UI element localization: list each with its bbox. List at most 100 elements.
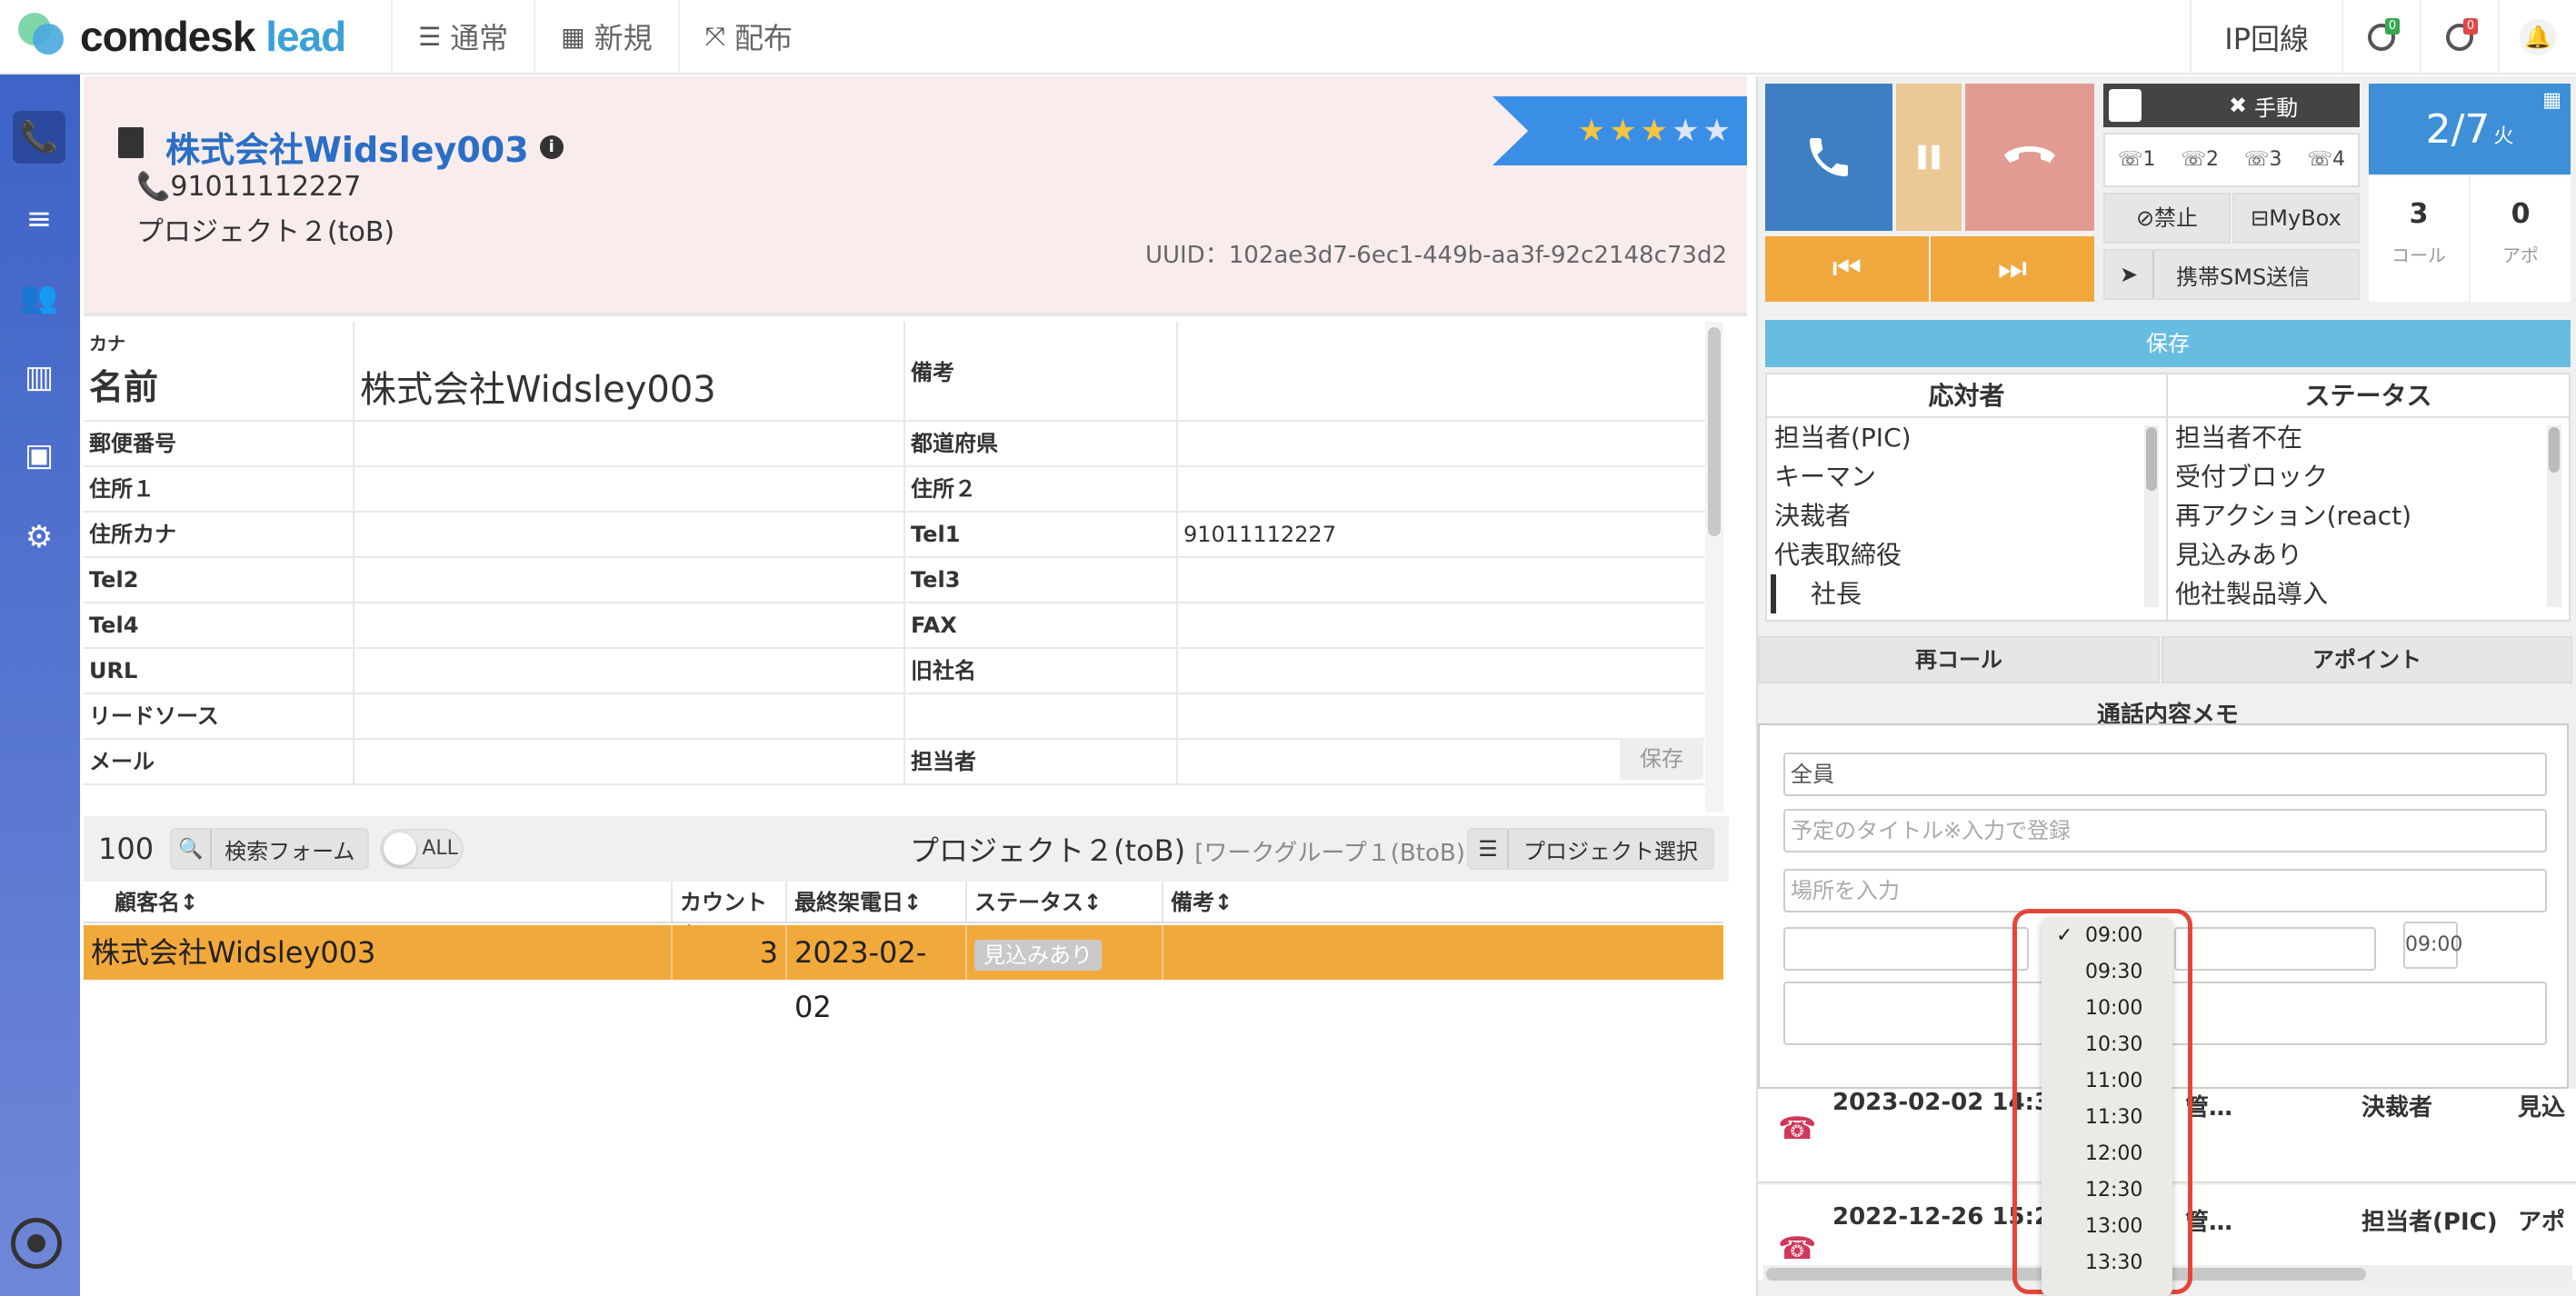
end-date-input[interactable] <box>2174 927 2376 971</box>
next-button[interactable]: ⏭ <box>1931 236 2094 302</box>
list-item[interactable]: 受付ブロック <box>2168 457 2569 496</box>
field-value[interactable] <box>1178 422 1723 465</box>
time-option[interactable]: ✓ 09:00 <box>2042 918 2172 954</box>
rating-star-icon[interactable]: ★ <box>1609 113 1636 149</box>
start-date-input[interactable] <box>1783 927 2029 971</box>
field-value[interactable] <box>354 513 905 556</box>
sidebar-chart-icon[interactable]: ▥ <box>13 351 65 404</box>
list-item[interactable]: 再アクション(react) <box>2168 496 2569 535</box>
rating-star-icon[interactable]: ★ <box>1703 113 1731 149</box>
end-time-input[interactable]: 09:00 <box>2403 922 2462 969</box>
logo[interactable]: comdesk lead <box>0 0 391 74</box>
manual-mode-toggle[interactable]: ✖ 手動 <box>2103 84 2360 127</box>
line-3[interactable]: ☏3 <box>2232 135 2295 185</box>
list-item[interactable]: 社長 <box>1771 574 2166 613</box>
appoint-button[interactable]: アポイント <box>2162 636 2572 683</box>
line-selector: ☏1 ☏2 ☏3 ☏4 <box>2103 133 2360 187</box>
list-item[interactable]: 代表取締役 <box>1767 535 2166 574</box>
field-value[interactable] <box>1178 694 1723 738</box>
detail-scrollbar[interactable] <box>1705 322 1723 812</box>
time-option-label: 11:00 <box>2085 1070 2143 1092</box>
sidebar-users-icon[interactable]: 👥 <box>13 271 65 324</box>
rating-star-icon[interactable]: ★ <box>1672 113 1699 149</box>
schedule-title-input[interactable]: 予定のタイトル※入力で登録 <box>1783 809 2547 852</box>
recall-button[interactable]: 再コール <box>1758 636 2160 683</box>
all-toggle[interactable]: ALL <box>380 829 464 869</box>
field-value[interactable] <box>354 649 905 693</box>
notification-button[interactable]: 🔔 <box>2498 0 2576 75</box>
ip-line-label[interactable]: IP回線 <box>2190 0 2341 75</box>
field-value[interactable] <box>1178 467 1723 511</box>
field-value[interactable] <box>354 422 905 465</box>
col-last-call[interactable]: 最終架電日↕ <box>787 882 967 922</box>
table-row[interactable]: 株式会社Widsley003 3 2023-02-02 見込みあり <box>84 925 1723 1024</box>
workgroup-label: [ワークグループ１(BtoB)] <box>1194 840 1474 867</box>
sidebar-board-icon[interactable]: ▣ <box>13 429 65 482</box>
pause-button[interactable] <box>1896 84 1962 231</box>
list-item[interactable]: 見込みあり <box>2168 535 2569 574</box>
line-1[interactable]: ☏1 <box>2105 135 2169 185</box>
previous-button[interactable]: ⏮ <box>1765 236 1929 302</box>
time-option[interactable]: 10:30 <box>2042 1027 2172 1063</box>
time-option[interactable]: 13:00 <box>2042 1209 2172 1245</box>
user-avatar-icon[interactable] <box>11 1218 62 1269</box>
sidebar-database-icon[interactable]: ≡ <box>13 193 65 245</box>
line-4[interactable]: ☏4 <box>2295 135 2359 185</box>
nav-normal[interactable]: ☰ 通常 <box>391 0 534 74</box>
field-value[interactable] <box>1178 603 1723 647</box>
mybox-button[interactable]: ⊟MyBox <box>2232 193 2360 244</box>
field-value[interactable] <box>354 603 905 647</box>
time-option[interactable]: 12:00 <box>2042 1136 2172 1172</box>
responder-scrollbar[interactable] <box>2144 425 2159 607</box>
field-value[interactable] <box>354 467 905 511</box>
list-item[interactable]: 決裁者 <box>1767 496 2166 535</box>
detail-save-button[interactable]: 保存 <box>1620 738 1703 780</box>
timer-button-2[interactable]: 0 <box>2420 0 2498 75</box>
save-button[interactable]: 保存 <box>1765 320 2571 367</box>
timer-button-1[interactable]: 0 <box>2341 0 2420 75</box>
project-select-button[interactable]: ☰ プロジェクト選択 <box>1467 828 1714 870</box>
assignee-select[interactable]: 全員 <box>1783 753 2547 796</box>
time-option[interactable]: 11:00 <box>2042 1063 2172 1100</box>
field-value[interactable]: 91011112227 <box>1178 513 1723 556</box>
line-2[interactable]: ☏2 <box>2169 135 2232 185</box>
search-form-button[interactable]: 🔍 検索フォーム <box>170 828 370 870</box>
time-option[interactable]: 11:30 <box>2042 1100 2172 1136</box>
place-input[interactable]: 場所を入力 <box>1783 869 2547 912</box>
time-option[interactable]: 12:30 <box>2042 1172 2172 1209</box>
manual-checkbox[interactable] <box>2109 89 2142 122</box>
info-icon[interactable]: i <box>539 135 564 159</box>
field-value[interactable] <box>354 694 905 738</box>
field-value[interactable] <box>354 740 905 783</box>
ban-button[interactable]: ⊘禁止 <box>2103 193 2231 244</box>
col-customer[interactable]: 顧客名↕ <box>84 882 673 922</box>
hangup-button[interactable] <box>1965 84 2094 231</box>
rating-star-icon[interactable]: ★ <box>1641 113 1668 149</box>
list-item[interactable]: 担当者(PIC) <box>1767 418 2166 457</box>
name-value[interactable]: 株式会社Widsley003 <box>354 322 905 420</box>
col-status[interactable]: ステータス↕ <box>967 882 1163 922</box>
list-item[interactable]: キーマン <box>1767 457 2166 496</box>
nav-new[interactable]: ▦ 新規 <box>534 0 677 74</box>
time-option[interactable]: 13:30 <box>2042 1245 2172 1281</box>
rating-star-icon[interactable]: ★ <box>1578 113 1605 149</box>
date-display[interactable]: 2/7 火 ▦ <box>2369 84 2571 174</box>
call-button[interactable] <box>1765 84 1892 231</box>
time-option[interactable]: 10:00 <box>2042 991 2172 1027</box>
sidebar-phone-icon[interactable]: 📞 <box>13 111 65 164</box>
field-value[interactable] <box>1178 558 1723 602</box>
sms-button[interactable]: ➤ 携帯SMS送信 <box>2103 249 2360 300</box>
field-value[interactable] <box>1178 649 1723 693</box>
status-scrollbar[interactable] <box>2547 425 2561 607</box>
field-value[interactable] <box>354 558 905 602</box>
sidebar-gear-icon[interactable]: ⚙ <box>13 511 65 563</box>
list-item[interactable]: 他社製品導入 <box>2168 574 2569 613</box>
col-note[interactable]: 備考↕ <box>1163 882 1722 922</box>
time-option[interactable]: 09:30 <box>2042 954 2172 991</box>
note-textarea[interactable] <box>1178 322 1723 420</box>
time-dropdown[interactable]: ✓ 09:00 09:30 10:00 10:30 11:00 11:30 12:00 12:3… <box>2042 918 2172 1296</box>
company-name-link[interactable]: 株式会社Widsley003 i <box>165 122 564 172</box>
nav-distribute[interactable]: ⤧ 配布 <box>677 0 818 74</box>
list-item[interactable]: 担当者不在 <box>2168 418 2569 457</box>
col-count[interactable]: カウント↕ <box>673 882 787 946</box>
